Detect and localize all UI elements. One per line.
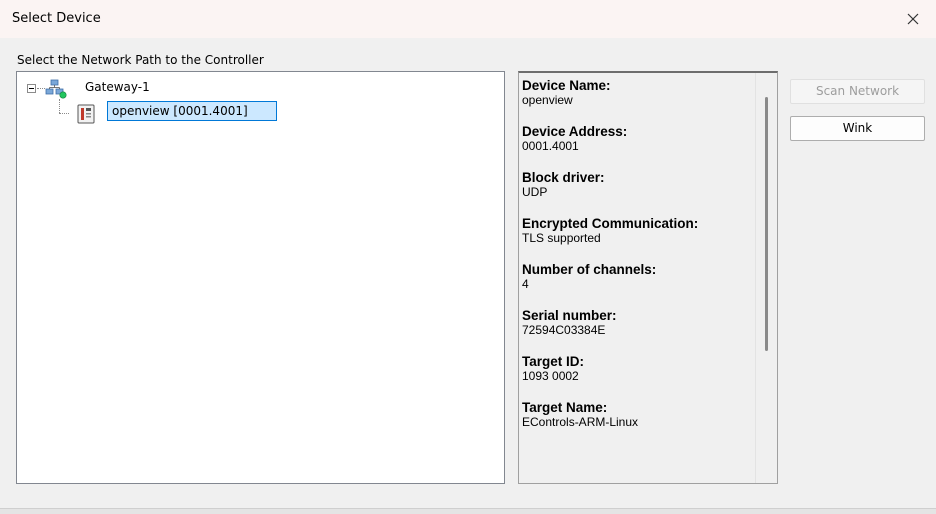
info-value: 1093 0002 — [522, 369, 579, 383]
network-tree[interactable]: Gateway-1 openview [0001.4001] — [16, 71, 505, 484]
tree-connector — [37, 88, 45, 89]
info-value: 72594C03384E — [522, 323, 606, 337]
info-encrypted-communication: Encrypted Communication: TLS supported — [522, 216, 752, 245]
info-key: Target Name: — [522, 400, 608, 415]
collapse-toggle-icon[interactable] — [27, 84, 36, 93]
wink-button[interactable]: Wink — [790, 116, 925, 141]
network-path-label: Select the Network Path to the Controlle… — [17, 53, 264, 67]
info-block-driver: Block driver: UDP — [522, 170, 752, 199]
network-gateway-icon — [45, 79, 67, 99]
info-key: Serial number: — [522, 308, 617, 323]
title-bar: Select Device — [0, 0, 936, 38]
info-serial-number: Serial number: 72594C03384E — [522, 308, 752, 337]
info-key: Target ID: — [522, 354, 585, 369]
info-key: Block driver: — [522, 170, 605, 185]
info-key: Device Name: — [522, 78, 611, 93]
device-info-panel: Device Name: openview Device Address: 00… — [518, 71, 778, 484]
close-icon — [907, 13, 919, 25]
tree-item-gateway[interactable]: Gateway-1 — [85, 80, 150, 94]
info-value: 0001.4001 — [522, 139, 579, 153]
close-button[interactable] — [890, 0, 936, 38]
info-device-name: Device Name: openview — [522, 78, 752, 107]
info-value: UDP — [522, 185, 548, 199]
info-key: Number of channels: — [522, 262, 657, 277]
info-value: TLS supported — [522, 231, 601, 245]
device-info-list: Device Name: openview Device Address: 00… — [522, 78, 752, 446]
info-value: 4 — [522, 277, 529, 291]
window-title: Select Device — [12, 11, 101, 26]
scan-network-button[interactable]: Scan Network — [790, 79, 925, 104]
info-key: Encrypted Communication: — [522, 216, 699, 231]
tree-item-device[interactable]: openview [0001.4001] — [107, 101, 277, 121]
info-value: EControls-ARM-Linux — [522, 415, 639, 429]
controller-device-icon — [77, 104, 95, 124]
tree-connector — [59, 99, 60, 113]
info-device-address: Device Address: 0001.4001 — [522, 124, 752, 153]
dialog-footer-edge — [0, 508, 936, 514]
panel-divider — [755, 73, 756, 483]
info-number-of-channels: Number of channels: 4 — [522, 262, 752, 291]
tree-connector — [59, 113, 69, 114]
info-value: openview — [522, 93, 573, 107]
info-key: Device Address: — [522, 124, 628, 139]
info-scrollbar[interactable] — [765, 97, 768, 351]
info-target-name: Target Name: EControls-ARM-Linux — [522, 400, 752, 429]
info-target-id: Target ID: 1093 0002 — [522, 354, 752, 383]
